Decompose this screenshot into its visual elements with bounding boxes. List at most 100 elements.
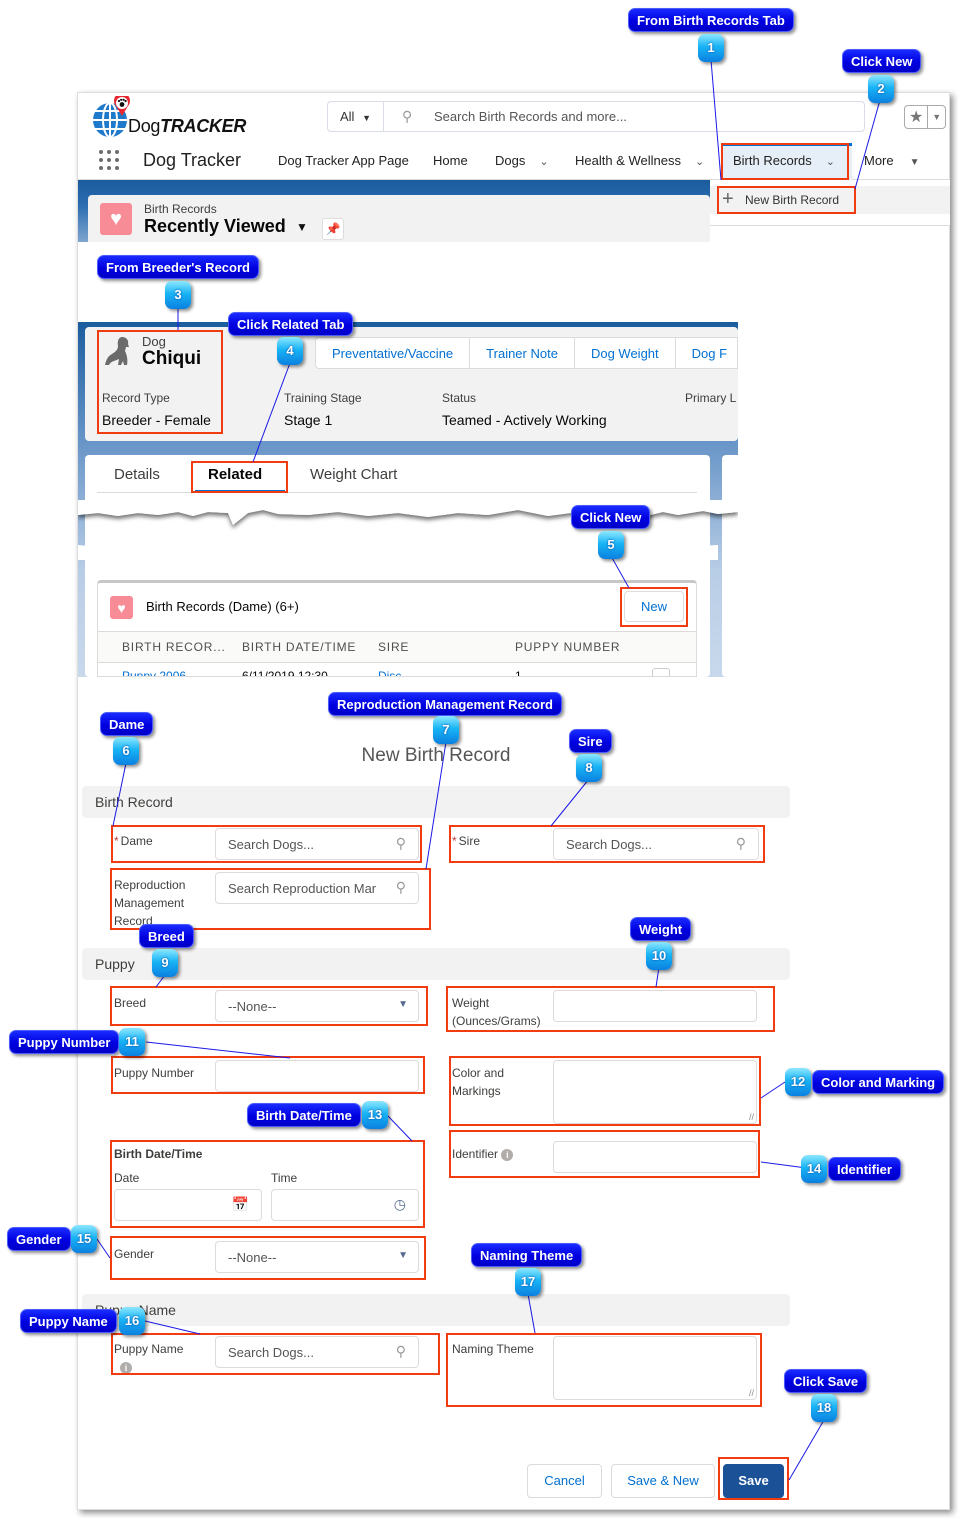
tab-details[interactable]: Details: [114, 466, 160, 483]
resize-handle-icon[interactable]: //: [749, 1388, 754, 1398]
callout-label: Weight: [630, 917, 692, 941]
dame-lookup-input[interactable]: Search Dogs... ⚲: [215, 828, 419, 860]
clock-icon[interactable]: ◷: [394, 1196, 406, 1213]
chevron-down-icon[interactable]: ⌄: [826, 156, 835, 168]
callout-label: Gender: [7, 1227, 71, 1251]
step-badge: 9: [152, 949, 178, 977]
sire-lookup-input[interactable]: Search Dogs... ⚲: [553, 828, 759, 860]
save-button[interactable]: Save: [723, 1464, 784, 1498]
app-launcher-icon[interactable]: [99, 150, 121, 170]
caret-down-icon: ▼: [362, 113, 371, 123]
quick-link-preventative-vaccine[interactable]: Preventative/Vaccine: [316, 338, 471, 368]
breed-label: Breed: [114, 996, 147, 1010]
puppy-number-input[interactable]: [215, 1060, 419, 1092]
menu-item-new-birth-record-label[interactable]: New Birth Record: [745, 193, 839, 207]
column-header-birth-date-time[interactable]: BIRTH DATE/TIME: [242, 640, 356, 654]
nav-item-more[interactable]: More ▼: [864, 153, 920, 168]
related-quick-links: Preventative/Vaccine Trainer Note Dog We…: [315, 337, 738, 369]
color-and-markings-label: Color and Markings: [452, 1066, 505, 1098]
step-badge: 7: [433, 716, 459, 744]
info-icon[interactable]: i: [501, 1148, 514, 1161]
callout-label: From Breeder's Record: [97, 255, 259, 279]
step-badge: 4: [277, 337, 303, 365]
quick-link-trainer-note[interactable]: Trainer Note: [470, 338, 575, 368]
search-icon: ⚲: [395, 835, 406, 851]
record-object-label: Dog: [142, 334, 166, 349]
dog-icon: [105, 337, 129, 365]
birth-time-input[interactable]: ◷: [271, 1189, 419, 1221]
save-and-new-button[interactable]: Save & New: [611, 1464, 715, 1498]
nav-item-birth-records[interactable]: Birth Records ⌄: [733, 153, 835, 168]
nav-item-dog-tracker-app-page[interactable]: Dog Tracker App Page: [278, 153, 409, 168]
step-badge: 5: [598, 531, 624, 559]
star-icon[interactable]: ★: [905, 106, 929, 128]
naming-theme-textarea[interactable]: //: [553, 1336, 757, 1400]
reproduction-management-record-lookup-input[interactable]: Search Reproduction Mar ⚲: [215, 872, 419, 904]
resize-handle-icon[interactable]: //: [749, 1112, 754, 1122]
step-badge: 13: [362, 1101, 388, 1129]
callout-label: Breed: [139, 924, 194, 948]
identifier-label: Identifier i: [452, 1145, 514, 1163]
quick-link-dog-f[interactable]: Dog F: [676, 338, 743, 368]
birth-date-input[interactable]: 📅: [114, 1189, 262, 1221]
naming-theme-label: Naming Theme: [452, 1342, 534, 1356]
related-new-button[interactable]: New: [624, 591, 684, 622]
cell-sire[interactable]: Disc: [378, 668, 401, 676]
column-header-birth-record[interactable]: BIRTH RECOR...: [122, 640, 226, 654]
step-badge: 10: [646, 942, 672, 970]
step-badge: 17: [515, 1268, 541, 1296]
logo-wordmark: DogTRACKER: [128, 116, 247, 136]
step-badge: 12: [785, 1068, 811, 1096]
calendar-icon[interactable]: 📅: [232, 1196, 249, 1213]
global-search-input[interactable]: ⚲ Search Birth Records and more...: [383, 101, 865, 132]
column-header-sire[interactable]: SIRE: [378, 640, 409, 654]
caret-down-icon[interactable]: ▼: [910, 157, 920, 168]
identifier-input[interactable]: [553, 1141, 757, 1173]
gender-select[interactable]: --None-- ▼: [215, 1241, 419, 1273]
highlight-label-primary: Primary L: [685, 391, 737, 405]
callout-label: Sire: [569, 729, 612, 753]
date-label: Date: [114, 1171, 140, 1185]
quick-link-dog-weight[interactable]: Dog Weight: [575, 338, 676, 368]
puppy-name-label: Puppy Name i: [114, 1342, 184, 1374]
section-puppy[interactable]: Puppy: [82, 948, 790, 980]
related-list-title[interactable]: Birth Records (Dame) (6+): [146, 599, 299, 614]
tab-weight-chart[interactable]: Weight Chart: [310, 466, 397, 483]
app-name: Dog Tracker: [143, 150, 242, 170]
active-tab-indicator: [195, 490, 285, 493]
callout-label: Puppy Number: [9, 1030, 120, 1054]
puppy-number-label: Puppy Number: [114, 1066, 195, 1080]
section-puppy-name[interactable]: Puppy Name: [82, 1294, 790, 1326]
time-label: Time: [271, 1171, 298, 1185]
color-and-markings-textarea[interactable]: //: [553, 1060, 757, 1124]
highlight-label-status: Status: [442, 391, 477, 405]
step-badge: 6: [113, 737, 139, 765]
caret-down-icon: ▼: [398, 999, 408, 1010]
list-view-switcher-icon[interactable]: ▼: [296, 220, 308, 234]
favorites-dropdown-icon[interactable]: ▼: [928, 106, 945, 128]
search-icon: ⚲: [395, 879, 406, 895]
puppy-name-lookup-input[interactable]: Search Dogs... ⚲: [215, 1336, 419, 1368]
chevron-down-icon[interactable]: ⌄: [695, 156, 704, 168]
nav-item-home[interactable]: Home: [433, 153, 468, 168]
search-placeholder: Search Birth Records and more...: [434, 109, 627, 124]
highlight-value-training-stage: Stage 1: [284, 412, 333, 428]
pin-icon[interactable]: 📌: [322, 218, 344, 240]
search-scope-select[interactable]: All ▼: [327, 101, 384, 132]
section-birth-record[interactable]: Birth Record: [82, 786, 790, 818]
nav-item-health-wellness[interactable]: Health & Wellness ⌄: [575, 153, 704, 168]
cell-birth-record[interactable]: Puppy 2006: [122, 668, 186, 676]
breed-select[interactable]: --None-- ▼: [215, 990, 419, 1022]
favorites-control[interactable]: ★ ▼: [904, 105, 946, 129]
tab-related[interactable]: Related: [208, 466, 262, 483]
caret-down-icon: ▼: [398, 1250, 408, 1261]
chevron-down-icon[interactable]: ⌄: [539, 156, 548, 168]
weight-input[interactable]: [553, 990, 757, 1022]
row-actions-button[interactable]: [652, 668, 670, 676]
column-header-puppy-number[interactable]: PUPPY NUMBER: [515, 640, 620, 654]
cancel-button[interactable]: Cancel: [527, 1464, 602, 1498]
list-view-name[interactable]: Recently Viewed: [144, 216, 286, 237]
info-icon[interactable]: i: [120, 1361, 132, 1374]
nav-item-dogs[interactable]: Dogs ⌄: [495, 153, 549, 168]
callout-label: Click Related Tab: [228, 312, 354, 336]
